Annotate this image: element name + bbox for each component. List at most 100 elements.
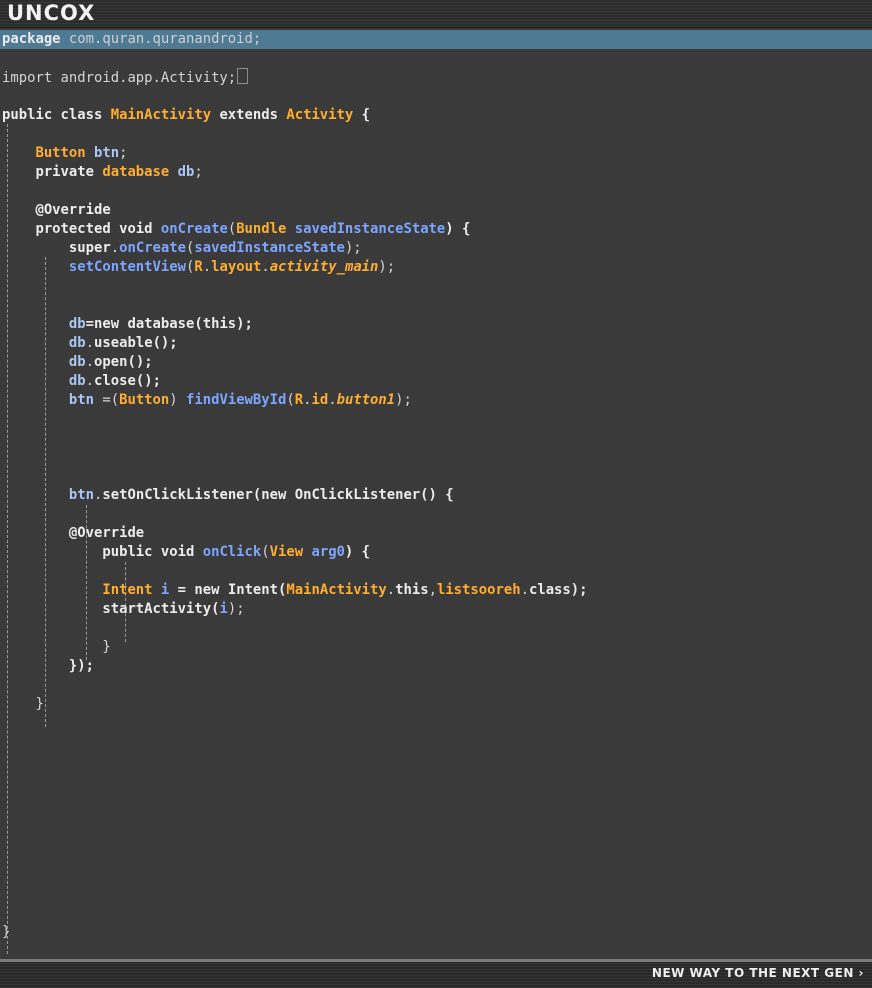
token-keyword: protected void: [35, 221, 161, 237]
token-punct: .: [85, 373, 95, 389]
token-expression: =new database(this);: [85, 316, 253, 332]
token-keyword: extends: [211, 107, 287, 123]
token-keyword: private: [35, 164, 103, 180]
token-method: onCreate: [160, 221, 228, 237]
token-punct: ();: [152, 335, 178, 351]
token-type: Intent: [102, 582, 153, 598]
token-method: close: [94, 373, 136, 389]
token-param: savedInstanceState: [294, 221, 446, 237]
token-variable: db: [68, 316, 86, 332]
token-type: database: [102, 164, 170, 180]
token-keyword: this: [395, 582, 429, 598]
token-punct: }: [102, 639, 111, 655]
code-line: btn.setOnClickListener(new OnClickListen…: [2, 486, 454, 505]
token-punct: ) {: [344, 544, 371, 560]
code-line: import android.app.Activity;: [2, 68, 249, 87]
token-punct: ;: [194, 164, 203, 180]
token-punct: ): [169, 392, 187, 408]
token-punct: ();: [135, 373, 161, 389]
token-method: open: [94, 354, 128, 370]
token-punct: ();: [127, 354, 153, 370]
token-punct: .: [202, 259, 212, 275]
token-method: findViewById: [186, 392, 287, 408]
code-line: package com.quran.quranandroid;: [2, 30, 261, 49]
token-variable: btn: [94, 145, 120, 161]
token-keyword: super: [68, 240, 111, 256]
token-expression: setOnClickListener(new OnClickListener()…: [102, 487, 454, 503]
title-bar: UNCOX: [0, 0, 872, 28]
token-import: import android.app.Activity;: [2, 70, 237, 86]
token-variable: db: [177, 164, 195, 180]
token-punct: .: [328, 392, 337, 408]
token-punct: );: [227, 601, 245, 617]
token-variable: i: [219, 601, 228, 617]
token-type: MainActivity: [286, 582, 387, 598]
tagline-text: NEW WAY TO THE NEXT GEN ›: [651, 966, 864, 980]
token-method: startActivity(: [102, 601, 220, 617]
token-punct: .: [85, 335, 95, 351]
token-type: View: [269, 544, 304, 560]
token-variable: db: [68, 354, 86, 370]
token-keyword: package: [2, 31, 61, 47]
token-static-field: button1: [336, 392, 396, 408]
token-punct: .: [110, 240, 120, 256]
token-punct: {: [353, 107, 370, 123]
status-bar: NEW WAY TO THE NEXT GEN ›: [0, 959, 872, 988]
token-type: R: [194, 259, 203, 275]
token-punct: ,: [428, 582, 437, 598]
token-punct: =(: [94, 392, 120, 408]
code-line: private database db;: [2, 163, 203, 182]
token-annotation: @Override: [35, 202, 111, 218]
token-punct: .: [303, 392, 312, 408]
token-keyword: public void: [102, 544, 203, 560]
token-variable: db: [68, 335, 86, 351]
token-punct: .: [520, 582, 529, 598]
token-punct: }: [35, 696, 44, 712]
token-punct: ) {: [445, 221, 471, 237]
code-line: });: [2, 657, 94, 676]
token-param: savedInstanceState: [194, 240, 345, 256]
token-punct: }: [2, 924, 11, 940]
token-method: useable: [94, 335, 153, 351]
token-punct: .: [261, 259, 270, 275]
code-line: db=new database(this);: [2, 315, 253, 334]
code-line: db.close();: [2, 372, 161, 391]
token-punct: );: [344, 240, 362, 256]
code-line: Intent i = new Intent(MainActivity.this,…: [2, 581, 588, 600]
code-line: @Override: [2, 201, 111, 220]
token-punct: });: [68, 658, 94, 674]
token-method: onClick: [202, 544, 262, 560]
token-field: layout: [211, 259, 262, 275]
token-type: listsooreh: [436, 582, 521, 598]
token-variable: btn: [68, 392, 94, 408]
code-editor[interactable]: package com.quran.quranandroid; import a…: [0, 30, 872, 958]
code-line: }: [2, 923, 10, 942]
token-punct: (: [227, 221, 237, 237]
token-method: setContentView: [68, 259, 186, 275]
token-punct: );: [378, 259, 396, 275]
token-punct: (: [286, 392, 295, 408]
token-punct: .: [386, 582, 396, 598]
code-line: startActivity(i);: [2, 600, 245, 619]
token-type: Bundle: [236, 221, 287, 237]
token-keyword: class);: [528, 582, 588, 598]
token-punct: );: [395, 392, 412, 408]
token-punct: ;: [119, 145, 128, 161]
token-punct: .: [85, 354, 95, 370]
token-static-field: activity_main: [269, 259, 379, 275]
token-variable: db: [68, 373, 86, 389]
code-line: protected void onCreate(Bundle savedInst…: [2, 220, 470, 239]
code-line: db.open();: [2, 353, 153, 372]
token-field: id: [311, 392, 329, 408]
token-type: Activity: [286, 107, 354, 123]
code-line: super.onCreate(savedInstanceState);: [2, 239, 362, 258]
text-caret: [237, 68, 249, 84]
token-punct: (: [261, 544, 270, 560]
code-line: public class MainActivity extends Activi…: [2, 106, 370, 125]
token-type: MainActivity: [110, 107, 212, 123]
token-package-name: com.quran.quranandroid;: [60, 31, 262, 47]
code-line: @Override: [2, 524, 144, 543]
code-line: }: [2, 638, 111, 657]
code-line: Button btn;: [2, 144, 127, 163]
token-param: arg0: [311, 544, 345, 560]
